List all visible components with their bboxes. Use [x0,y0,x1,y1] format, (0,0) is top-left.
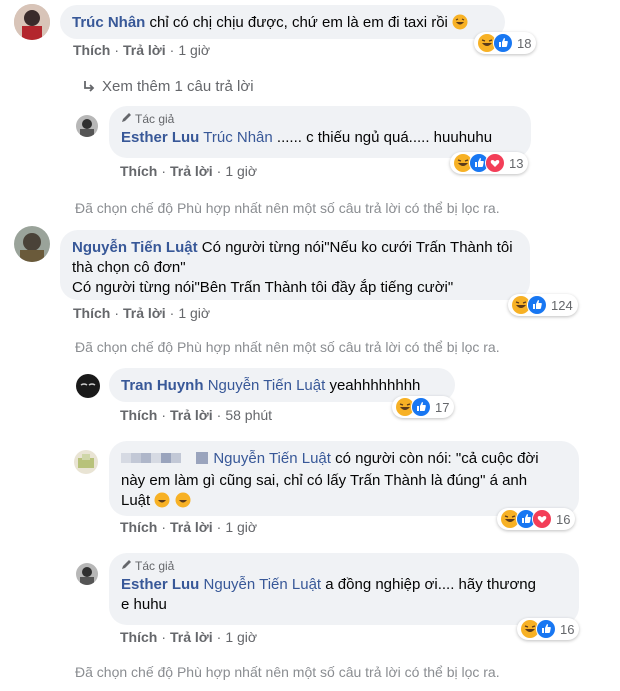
like-link[interactable]: Thích [120,163,157,179]
comment-text: Luật [121,492,151,509]
author-badge: Tác giả [121,559,567,573]
comment-actions: Thích · Trả lời · 1 giờ [120,163,258,179]
mention-tag[interactable]: Nguyễn Tiến Luật [213,450,331,467]
avatar-esther-luu[interactable] [76,115,98,137]
like-link[interactable]: Thích [120,407,157,423]
comment-bubble: Tác giả Esther Luu Nguyễn Tiến Luật a đồ… [109,553,579,625]
comment-bubble: Tác giả Esther Luu Trúc Nhân ...... c th… [109,106,531,158]
comment-text: này em làm gì cũng sai, chỉ có lấy Trấn … [121,472,528,489]
comment-actions: Thích · Trả lời · 58 phút [120,407,273,423]
pencil-icon [121,112,132,126]
comment-text: thà chọn cô đơn" [72,259,186,276]
comment-bubble: Nguyễn Tiến Luật Có người từng nói"Nếu k… [60,230,530,300]
comment-bubble: Trúc Nhân chỉ có chị chịu được, chứ em l… [60,5,505,39]
reply-link[interactable]: Trả lời [170,629,213,645]
like-link[interactable]: Thích [73,305,110,321]
like-reaction-icon [411,397,431,417]
commenter-name[interactable]: Esther Luu [121,129,199,146]
author-label: Tác giả [135,559,175,573]
author-badge: Tác giả [121,112,519,126]
comment-line: Nguyễn Tiến Luật Có người từng nói"Nếu k… [72,238,518,258]
reply-link[interactable]: Trả lời [123,305,166,321]
comment-text: Có người từng nói"Bên Trấn Thành tôi đầy… [72,279,454,296]
reaction-count: 124 [551,297,573,313]
reply-link[interactable]: Trả lời [170,519,213,535]
view-more-label: Xem thêm 1 câu trả lời [102,78,254,95]
reaction-summary[interactable]: 16 [497,508,576,530]
reaction-summary[interactable]: 16 [517,618,580,640]
like-reaction-icon [536,619,556,639]
haha-emoji-icon [452,14,468,36]
comment-text: Có người từng nói"Nếu ko cưới Trấn Thành… [201,239,513,256]
mention-tag[interactable]: Nguyễn Tiến Luật [204,576,322,593]
filter-note: Đã chọn chế độ Phù hợp nhất nên một số c… [75,664,500,680]
timestamp[interactable]: 1 giờ [225,163,257,179]
comment-text: e huhu [121,596,167,613]
avatar-truc-nhan[interactable] [14,4,50,40]
timestamp[interactable]: 1 giờ [225,519,257,535]
like-link[interactable]: Thích [120,519,157,535]
reply-link[interactable]: Trả lời [170,163,213,179]
reaction-count: 16 [560,621,575,637]
comment-text: yeahhhhhhhh [329,377,421,394]
reaction-summary[interactable]: 124 [508,294,578,316]
haha-emoji-icon [154,492,170,514]
commenter-name[interactable]: Trúc Nhân [72,14,145,31]
filter-note: Đã chọn chế độ Phù hợp nhất nên một số c… [75,200,500,216]
like-reaction-icon [527,295,547,315]
mention-tag[interactable]: Nguyễn Tiến Luật [208,377,326,394]
comment-text: a đồng nghiệp ơi.... hãy thương [325,576,536,593]
reaction-count: 16 [556,511,571,527]
timestamp[interactable]: 1 giờ [178,42,210,58]
timestamp[interactable]: 1 giờ [225,629,257,645]
comment-bubble: Nguyễn Tiến Luật có người còn nói: "cả c… [109,441,579,516]
comment-line: Nguyễn Tiến Luật có người còn nói: "cả c… [121,449,567,471]
reaction-summary[interactable]: 17 [392,396,455,418]
comment-text: có người còn nói: "cả cuộc đời [335,450,539,467]
verified-badge-icon [195,451,209,471]
reaction-summary[interactable]: 13 [450,152,529,174]
pixelated-name [121,451,191,471]
pencil-icon [121,559,132,573]
comment-actions: Thích · Trả lời · 1 giờ [73,42,211,58]
like-reaction-icon [493,33,513,53]
timestamp[interactable]: 1 giờ [178,305,210,321]
avatar-tran-huynh[interactable] [76,374,100,398]
love-reaction-icon [485,153,505,173]
reply-link[interactable]: Trả lời [123,42,166,58]
comment-actions: Thích · Trả lời · 1 giờ [120,519,258,535]
timestamp[interactable]: 58 phút [225,407,272,423]
like-link[interactable]: Thích [120,629,157,645]
commenter-name[interactable]: Nguyễn Tiến Luật [72,239,198,256]
comment-actions: Thích · Trả lời · 1 giờ [120,629,258,645]
reaction-count: 17 [435,399,450,415]
comment-actions: Thích · Trả lời · 1 giờ [73,305,211,321]
love-reaction-icon [532,509,552,529]
comment-text: chỉ có chị chịu được, chứ em là em đi ta… [149,14,448,31]
reply-arrow-icon [82,79,96,97]
comment-line: Esther Luu Nguyễn Tiến Luật a đồng nghiệ… [121,575,567,595]
author-label: Tác giả [135,112,175,126]
avatar-esther-luu[interactable] [76,563,98,585]
comment-text: ...... c thiếu ngủ quá..... huuhuhu [276,129,493,146]
commenter-name[interactable]: Tran Huynh [121,377,204,394]
mention-tag[interactable]: Trúc Nhân [203,129,272,146]
filter-note: Đã chọn chế độ Phù hợp nhất nên một số c… [75,339,500,355]
reaction-summary[interactable]: 18 [474,32,537,54]
avatar-nguyen-tien-luat[interactable] [14,226,50,262]
avatar-anonymous[interactable] [74,450,98,474]
commenter-name[interactable]: Esther Luu [121,576,199,593]
like-link[interactable]: Thích [73,42,110,58]
reaction-count: 13 [509,155,524,171]
view-more-replies[interactable]: Xem thêm 1 câu trả lời [82,78,254,97]
reply-link[interactable]: Trả lời [170,407,213,423]
reaction-count: 18 [517,35,532,51]
haha-emoji-icon [175,492,191,514]
